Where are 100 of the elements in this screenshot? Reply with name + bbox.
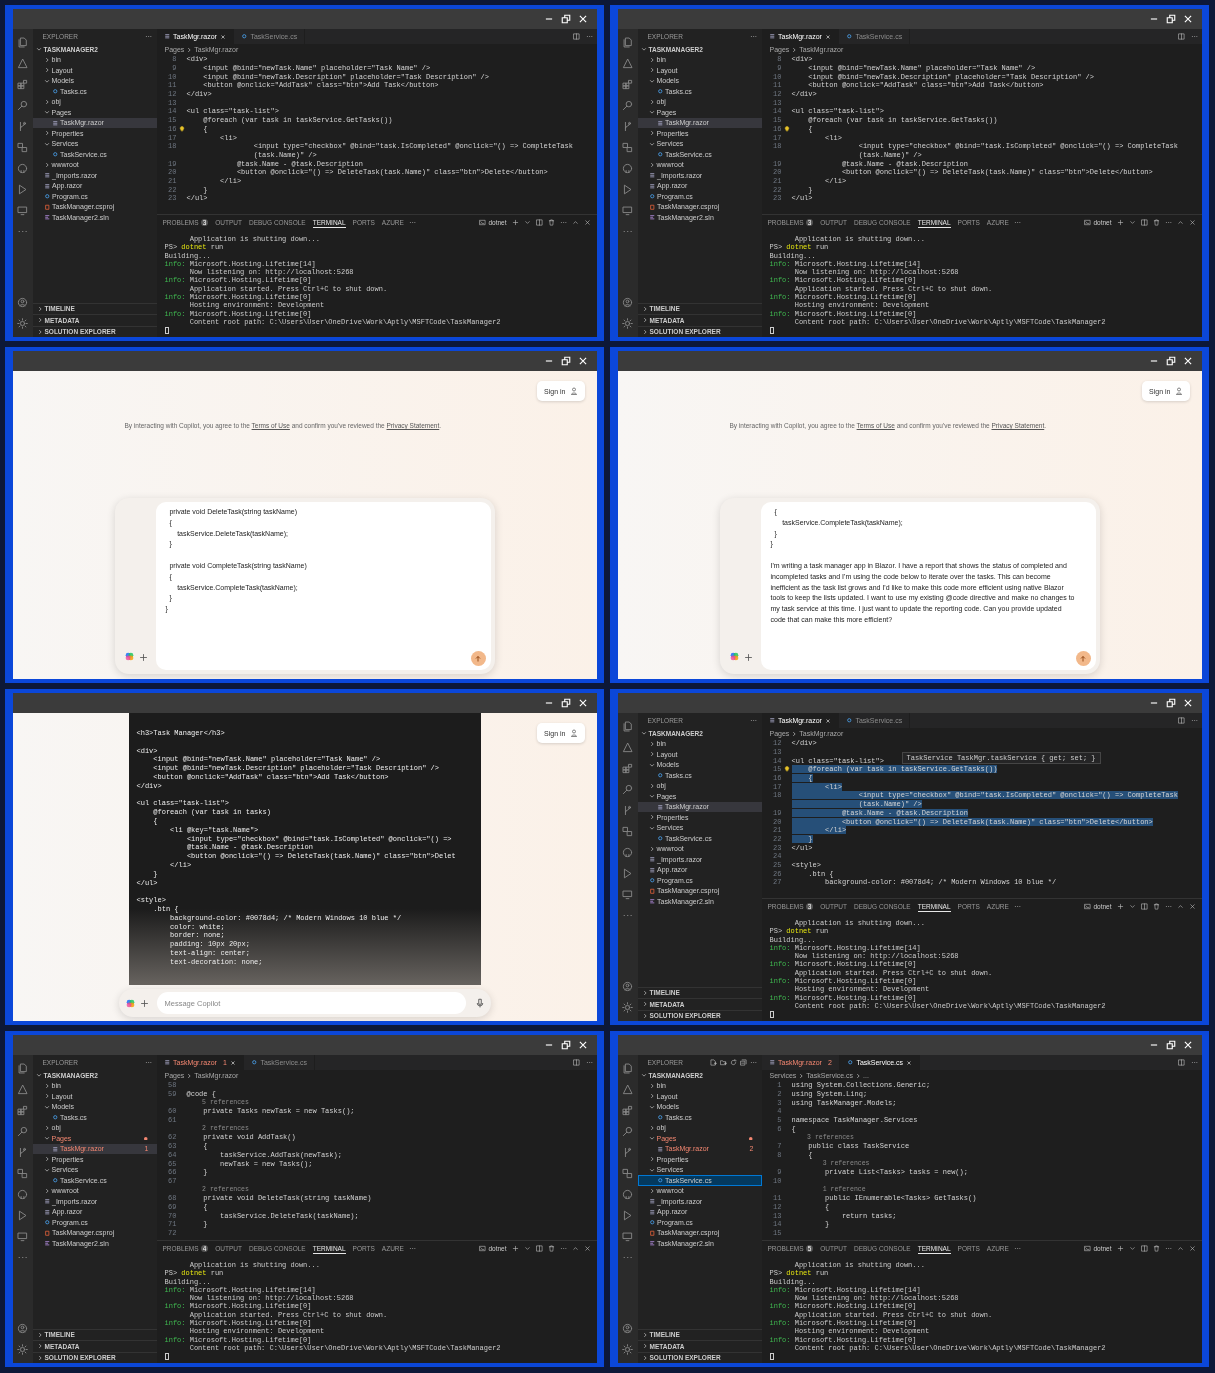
more-icon[interactable]	[749, 1059, 757, 1066]
files-icon[interactable]	[17, 1063, 28, 1074]
triangle-icon[interactable]	[17, 1084, 28, 1095]
more-icon[interactable]	[559, 1245, 567, 1252]
more-icon[interactable]	[1190, 717, 1198, 724]
trash-icon[interactable]	[1152, 219, 1160, 226]
search-icon[interactable]	[622, 784, 633, 795]
run-icon[interactable]	[622, 868, 633, 879]
caret-icon[interactable]	[523, 219, 531, 226]
add-icon[interactable]	[138, 653, 148, 662]
close-icon[interactable]	[824, 717, 831, 724]
files-icon[interactable]	[622, 721, 633, 732]
caret-icon[interactable]	[1128, 1245, 1136, 1252]
restore-icon[interactable]	[1165, 356, 1176, 366]
settings-icon[interactable]	[622, 318, 633, 329]
caret-icon[interactable]	[523, 1245, 531, 1252]
remote-icon[interactable]	[17, 1168, 28, 1179]
caret-icon[interactable]	[1128, 219, 1136, 226]
send-button[interactable]	[470, 651, 486, 666]
branch-icon[interactable]	[622, 805, 633, 816]
chevron-up-icon[interactable]	[1176, 219, 1184, 226]
more-icon[interactable]	[585, 1059, 593, 1066]
restore-icon[interactable]	[1165, 698, 1176, 708]
split-icon[interactable]	[535, 219, 543, 226]
add-icon[interactable]	[743, 653, 753, 662]
run-icon[interactable]	[622, 184, 633, 195]
more-icon[interactable]	[144, 1059, 152, 1066]
more-icon[interactable]	[408, 1245, 416, 1252]
more-icon[interactable]	[408, 219, 416, 226]
account-icon[interactable]	[17, 1323, 28, 1334]
monitor-icon[interactable]	[622, 1231, 633, 1242]
account-icon[interactable]	[622, 981, 633, 992]
more-icon[interactable]	[749, 717, 757, 724]
send-button[interactable]	[1075, 651, 1091, 666]
monitor-icon[interactable]	[622, 205, 633, 216]
more-icon[interactable]	[144, 33, 152, 40]
account-icon[interactable]	[17, 297, 28, 308]
files-icon[interactable]	[17, 37, 28, 48]
more-icon[interactable]	[1190, 33, 1198, 40]
more-icon[interactable]	[749, 33, 757, 40]
split-editor-icon[interactable]	[1177, 33, 1185, 40]
restore-icon[interactable]	[560, 356, 571, 366]
lightbulb-icon[interactable]	[783, 766, 790, 773]
remote-icon[interactable]	[622, 142, 633, 153]
more-icon[interactable]	[559, 219, 567, 226]
monitor-icon[interactable]	[622, 889, 633, 900]
extensions-icon[interactable]	[622, 79, 633, 90]
add-icon[interactable]	[1116, 903, 1124, 910]
branch-icon[interactable]	[622, 121, 633, 132]
restore-icon[interactable]	[1165, 14, 1176, 24]
restore-icon[interactable]	[1165, 1040, 1176, 1050]
more-icon[interactable]	[1013, 1245, 1021, 1252]
chevron-up-icon[interactable]	[571, 1245, 579, 1252]
split-icon[interactable]	[535, 1245, 543, 1252]
microphone-icon[interactable]	[474, 998, 485, 1008]
restore-icon[interactable]	[560, 1040, 571, 1050]
split-icon[interactable]	[1140, 219, 1148, 226]
monitor-icon[interactable]	[17, 1231, 28, 1242]
close-icon[interactable]	[229, 1059, 236, 1066]
split-editor-icon[interactable]	[1177, 717, 1185, 724]
more-icon[interactable]	[1190, 1059, 1198, 1066]
more-icon[interactable]	[1164, 903, 1172, 910]
search-icon[interactable]	[622, 100, 633, 111]
account-icon[interactable]	[622, 1323, 633, 1334]
settings-icon[interactable]	[17, 318, 28, 329]
files-icon[interactable]	[622, 1063, 633, 1074]
add-icon[interactable]	[511, 219, 519, 226]
branch-icon[interactable]	[17, 121, 28, 132]
remote-icon[interactable]	[622, 1168, 633, 1179]
extensions-icon[interactable]	[622, 763, 633, 774]
split-editor-icon[interactable]	[572, 33, 580, 40]
run-icon[interactable]	[17, 184, 28, 195]
more-icon[interactable]	[1164, 1245, 1172, 1252]
triangle-icon[interactable]	[622, 58, 633, 69]
close-icon[interactable]	[824, 33, 831, 40]
trash-icon[interactable]	[1152, 903, 1160, 910]
more-icon[interactable]	[1164, 219, 1172, 226]
close-icon[interactable]	[219, 33, 226, 40]
chevron-up-icon[interactable]	[1176, 1245, 1184, 1252]
triangle-icon[interactable]	[622, 1084, 633, 1095]
refresh-icon[interactable]	[729, 1059, 737, 1066]
caret-icon[interactable]	[1128, 903, 1136, 910]
remote-icon[interactable]	[17, 142, 28, 153]
triangle-icon[interactable]	[17, 58, 28, 69]
extensions-icon[interactable]	[17, 79, 28, 90]
branch-icon[interactable]	[17, 1147, 28, 1158]
lightbulb-icon[interactable]	[783, 125, 790, 132]
chevron-up-icon[interactable]	[571, 219, 579, 226]
split-editor-icon[interactable]	[572, 1059, 580, 1066]
run-icon[interactable]	[17, 1210, 28, 1221]
add-icon[interactable]	[139, 998, 149, 1008]
message-field[interactable]	[760, 502, 1096, 670]
more-icon[interactable]	[1013, 219, 1021, 226]
restore-icon[interactable]	[560, 14, 571, 24]
chevron-up-icon[interactable]	[1176, 903, 1184, 910]
close-icon[interactable]	[906, 1059, 913, 1066]
search-icon[interactable]	[17, 1126, 28, 1137]
files-icon[interactable]	[622, 37, 633, 48]
search-icon[interactable]	[622, 1126, 633, 1137]
more-icon[interactable]	[585, 33, 593, 40]
